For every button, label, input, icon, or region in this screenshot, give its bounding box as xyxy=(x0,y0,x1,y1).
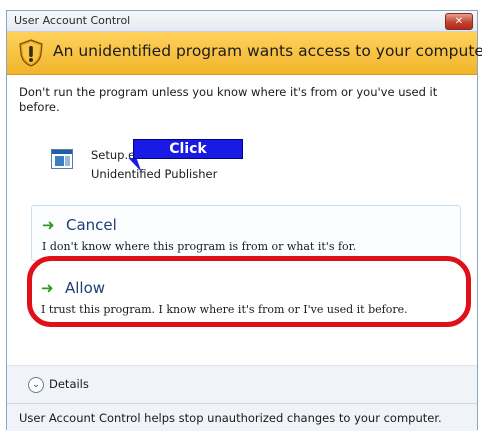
close-button[interactable]: ✕ xyxy=(445,13,473,30)
footer: User Account Control helps stop unauthor… xyxy=(7,403,477,431)
title-bar: User Account Control ✕ xyxy=(7,11,477,32)
cancel-option[interactable]: ➜ Cancel I don't know where this program… xyxy=(31,205,461,261)
green-arrow-icon: ➜ xyxy=(42,216,55,234)
click-callout: Click xyxy=(133,139,243,159)
window-title: User Account Control xyxy=(14,14,131,27)
program-publisher: Unidentified Publisher xyxy=(91,167,218,181)
allow-highlight-ring xyxy=(27,256,471,327)
uac-dialog: User Account Control ✕ An unidentified p… xyxy=(6,10,482,431)
banner-headline: An unidentified program wants access to … xyxy=(53,42,482,60)
chevron-down-icon[interactable]: ⌄ xyxy=(28,377,44,393)
cancel-description: I don't know where this program is from … xyxy=(42,240,357,253)
intro-text: Don't run the program unless you know wh… xyxy=(19,85,438,114)
warning-shield-icon xyxy=(19,39,43,67)
details-section: ⌄ Details xyxy=(7,365,477,403)
cancel-title: Cancel xyxy=(66,216,117,234)
details-toggle[interactable]: Details xyxy=(49,377,89,391)
program-icon xyxy=(51,149,73,169)
warning-banner: An unidentified program wants access to … xyxy=(7,32,482,75)
footer-text: User Account Control helps stop unauthor… xyxy=(19,411,442,425)
